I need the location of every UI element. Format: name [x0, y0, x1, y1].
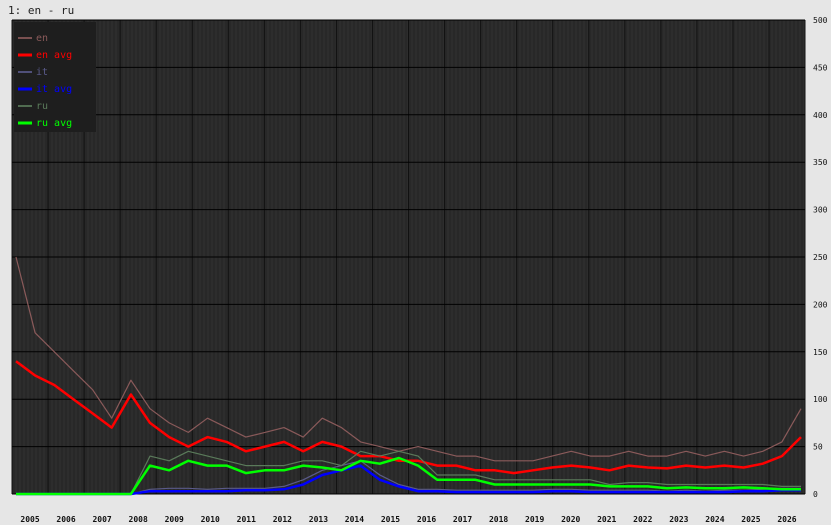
x-tick-label: 2022 [633, 515, 652, 524]
y-tick-label: 0 [813, 490, 818, 499]
legend-label: en [36, 33, 48, 44]
x-tick-label: 2026 [777, 515, 796, 524]
x-tick-label: 2018 [489, 515, 508, 524]
x-tick-label: 2016 [417, 515, 436, 524]
legend-label: it [36, 67, 48, 78]
x-tick-label: 2021 [597, 515, 616, 524]
x-tick-label: 2011 [237, 515, 256, 524]
x-tick-label: 2023 [669, 515, 688, 524]
y-tick-label: 450 [813, 63, 828, 72]
y-axis-ticks: 0 50 100 150 200 250 300 350 400 450 500 [813, 16, 828, 499]
y-tick-label: 150 [813, 348, 828, 357]
x-tick-label: 2013 [309, 515, 328, 524]
x-tick-label: 2025 [741, 515, 760, 524]
y-tick-label: 500 [813, 16, 828, 25]
x-tick-label: 2005 [20, 515, 39, 524]
legend-label: it avg [36, 84, 72, 95]
x-tick-label: 2019 [525, 515, 544, 524]
y-tick-label: 300 [813, 206, 828, 215]
x-tick-label: 2015 [381, 515, 400, 524]
legend-label: ru avg [36, 118, 72, 129]
line-chart: 050100150200250300350400450500 2005 2006 2… [11, 16, 828, 524]
x-tick-label: 2008 [129, 515, 148, 524]
y-tick-label: 50 [813, 443, 823, 452]
x-tick-label: 2014 [345, 515, 364, 524]
legend: en en avg it it avg ru ru avg [14, 22, 96, 132]
y-tick-label: 250 [813, 253, 828, 262]
x-tick-label: 2020 [561, 515, 580, 524]
legend-label: en avg [36, 50, 72, 61]
x-tick-label: 2010 [201, 515, 220, 524]
y-tick-label: 100 [813, 395, 828, 404]
legend-label: ru [36, 101, 48, 112]
x-tick-label: 2024 [705, 515, 724, 524]
y-tick-label: 350 [813, 158, 828, 167]
x-tick-label: 2012 [273, 515, 292, 524]
y-tick-label: 400 [813, 111, 828, 120]
x-tick-label: 2017 [453, 515, 472, 524]
x-tick-label: 2009 [165, 515, 184, 524]
y-tick-label: 200 [813, 300, 828, 309]
x-tick-label: 2007 [92, 515, 111, 524]
x-tick-label: 2006 [56, 515, 75, 524]
x-axis-ticks: 2005 2006 2007 2008 2009 2010 2011 2012 2013 2014… [20, 515, 796, 524]
